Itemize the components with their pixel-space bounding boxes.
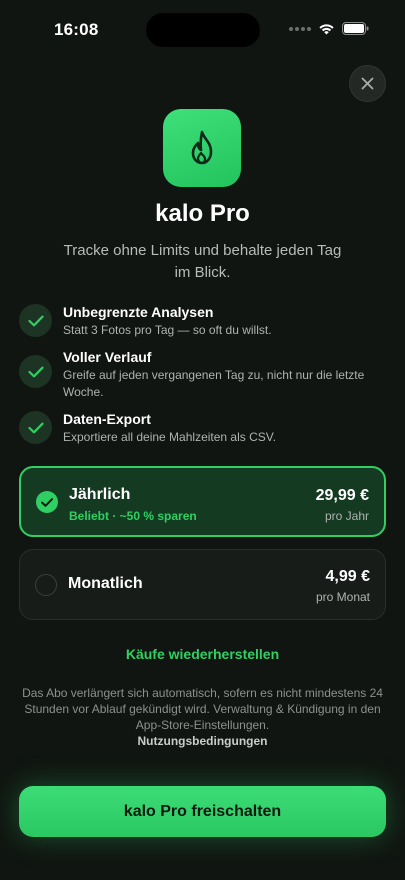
status-bar: 16:08 bbox=[0, 0, 405, 60]
plan-name: Jährlich bbox=[69, 486, 131, 503]
paywall-title: kalo Pro bbox=[155, 200, 250, 227]
signal-icon bbox=[289, 26, 311, 31]
feature-title: Unbegrenzte Analysen bbox=[63, 304, 214, 320]
app-icon bbox=[163, 109, 241, 187]
plan-option-yearly[interactable]: Jährlich Beliebt · ~50 % sparen 29,99 € … bbox=[19, 466, 386, 537]
plan-badge: Beliebt · ~50 % sparen bbox=[69, 509, 197, 523]
plan-price: 4,99 € bbox=[325, 568, 370, 585]
feature-item: Voller Verlauf Greife auf jeden vergange… bbox=[19, 347, 389, 401]
plan-option-monthly[interactable]: Monatlich 4,99 € pro Monat bbox=[19, 549, 386, 620]
dynamic-island bbox=[146, 13, 260, 47]
plan-period: pro Monat bbox=[315, 590, 370, 604]
status-icons bbox=[289, 22, 369, 35]
check-icon bbox=[19, 304, 52, 337]
checkmark-icon bbox=[36, 491, 58, 513]
legal-text: Das Abo verlängert sich automatisch, sof… bbox=[22, 686, 383, 732]
terms-link[interactable]: Nutzungsbedingungen bbox=[138, 734, 268, 748]
wifi-icon bbox=[319, 23, 334, 34]
feature-title: Voller Verlauf bbox=[63, 349, 152, 365]
feature-desc: Statt 3 Fotos pro Tag — so oft du willst… bbox=[63, 323, 272, 337]
feature-item: Daten-Export Exportiere all deine Mahlze… bbox=[19, 409, 389, 446]
feature-title: Daten-Export bbox=[63, 411, 151, 427]
restore-purchases-link[interactable]: Käufe wiederherstellen bbox=[0, 646, 405, 662]
battery-icon bbox=[342, 22, 369, 35]
status-time: 16:08 bbox=[54, 20, 99, 39]
paywall-subtitle: Tracke ohne Limits und behalte jeden Tag… bbox=[63, 242, 342, 281]
feature-desc: Exportiere all deine Mahlzeiten als CSV. bbox=[63, 430, 277, 444]
check-icon bbox=[19, 411, 52, 444]
legal-notice: Das Abo verlängert sich automatisch, sof… bbox=[22, 685, 383, 749]
radio-icon bbox=[35, 574, 57, 596]
close-icon bbox=[361, 77, 374, 90]
feature-desc: Greife auf jeden vergangenen Tag zu, nic… bbox=[63, 368, 365, 399]
plan-price: 29,99 € bbox=[315, 487, 369, 504]
check-icon bbox=[19, 355, 52, 388]
unlock-pro-button[interactable]: kalo Pro freischalten bbox=[19, 786, 386, 837]
plan-period: pro Jahr bbox=[324, 509, 369, 523]
feature-item: Unbegrenzte Analysen Statt 3 Fotos pro T… bbox=[19, 302, 389, 339]
plan-name: Monatlich bbox=[68, 575, 143, 592]
close-button[interactable] bbox=[349, 65, 386, 102]
flame-icon bbox=[191, 130, 213, 165]
